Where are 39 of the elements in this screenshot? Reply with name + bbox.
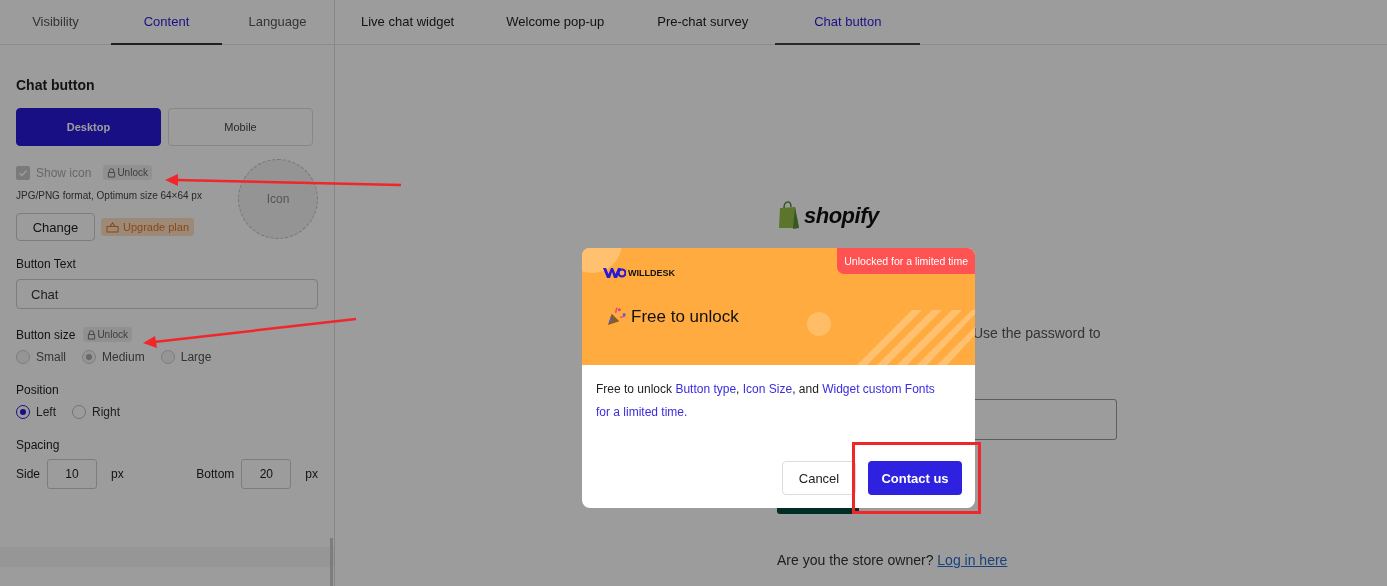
preview-tab[interactable]: Live chat widget [335, 0, 481, 45]
format-hint: JPG/PNG format, Optimum size 64×64 px [16, 190, 202, 201]
field-label: Button Text [16, 257, 77, 271]
radio-label: Right [92, 405, 121, 419]
feature-link[interactable]: Widget custom Fonts [822, 382, 935, 396]
login-link[interactable]: Log in here [937, 552, 1008, 568]
change-button[interactable]: Change [16, 213, 95, 241]
brand-name: WILLDESK [628, 268, 675, 278]
dialog-message: Free to unlock Button type, Icon Size, and Widget custom Fonts for a limited time. [595, 381, 936, 421]
cancel-button[interactable]: Cancel [782, 461, 856, 495]
radio-label: Large [180, 350, 212, 364]
button-text-field[interactable]: Chat [16, 279, 318, 309]
field-label: Bottom [196, 467, 235, 481]
radio-label: Medium [102, 350, 145, 364]
unit-label: px [111, 467, 124, 481]
radio-label: Left [36, 405, 56, 419]
preview-tab[interactable]: Chat button [775, 0, 921, 45]
field-label: Button size [16, 327, 76, 342]
limited-time-badge: Unlocked for a limited time [837, 248, 975, 274]
radio-label: Small [36, 350, 66, 364]
dialog-title: Free to unlock [631, 306, 739, 327]
field-label: Side [16, 467, 41, 481]
preview-tab[interactable]: Welcome pop-up [480, 0, 631, 45]
settings-tab[interactable]: Visibility [0, 0, 111, 45]
feature-link[interactable]: for a limited time. [596, 405, 688, 419]
store-logo: shopify [804, 203, 879, 229]
contact-button[interactable]: Contact us [868, 461, 962, 495]
settings-tab[interactable]: Language [222, 0, 333, 45]
preview-tab[interactable]: Pre-chat survey [630, 0, 776, 45]
settings-tab[interactable]: Content [111, 0, 222, 45]
number-field[interactable]: 10 [47, 459, 98, 489]
section-title: Chat button [16, 77, 96, 95]
field-label: Spacing [16, 438, 61, 452]
field-label: Position [16, 383, 60, 397]
unit-label: px [305, 467, 318, 481]
device-toggle-button[interactable]: Desktop [16, 108, 161, 146]
owner-text: Are you the store owner? [777, 552, 934, 568]
number-field[interactable]: 20 [241, 459, 292, 489]
device-toggle-button[interactable]: Mobile [168, 108, 313, 146]
